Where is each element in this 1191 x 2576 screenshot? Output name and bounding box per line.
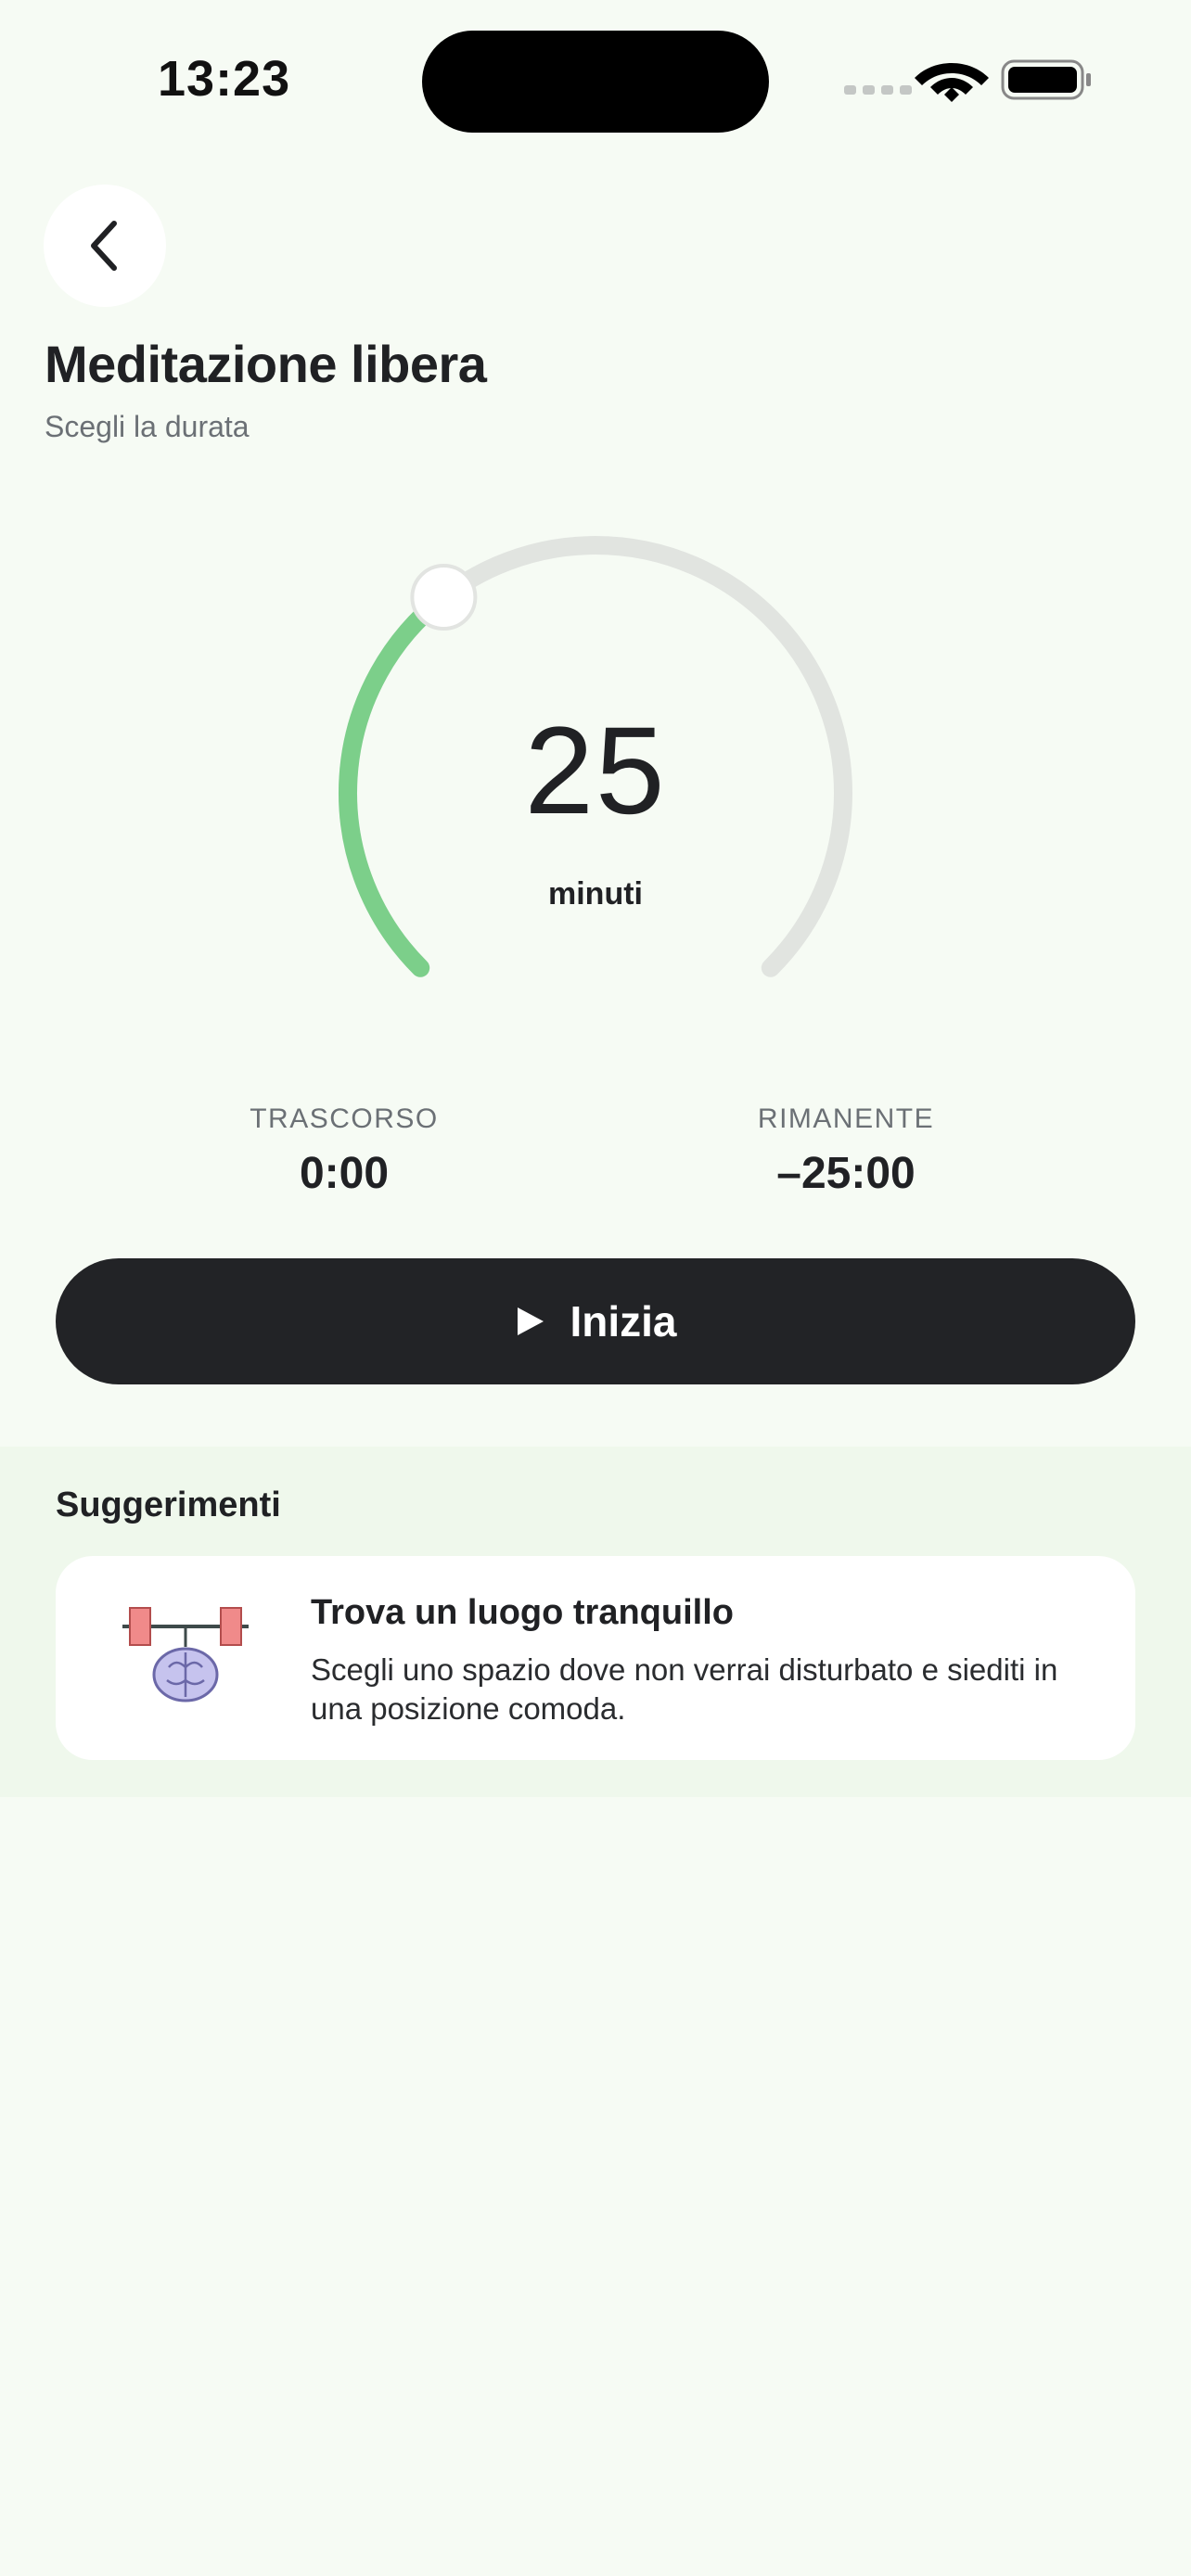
suggestions-title: Suggerimenti [56, 1486, 281, 1524]
elapsed-value: 0:00 [299, 1149, 390, 1198]
elapsed-stat: TRASCORSO 0:00 [205, 1103, 483, 1199]
wifi-icon [915, 63, 989, 102]
dynamic-island [422, 31, 769, 133]
duration-value: 25 [524, 702, 667, 840]
play-icon [518, 1307, 544, 1335]
start-button-label: Inizia [570, 1297, 677, 1345]
remaining-value: –25:00 [776, 1149, 916, 1198]
back-button[interactable] [44, 185, 166, 307]
remaining-stat: RIMANENTE –25:00 [707, 1103, 985, 1199]
brain-barbell-icon [122, 1607, 249, 1702]
dial-knob[interactable] [410, 564, 478, 631]
suggestions-section: Suggerimenti Trova un luogo tranquillo S… [0, 1447, 1191, 1797]
duration-unit: minuti [548, 876, 643, 912]
suggestion-text: Scegli uno spazio dove non verrai distur… [311, 1652, 1058, 1726]
meditation-screen: 13:23 Meditazione libera Scegli la durat… [0, 0, 1191, 2576]
elapsed-label: TRASCORSO [250, 1103, 439, 1134]
remaining-label: RIMANENTE [757, 1103, 935, 1134]
battery-icon [1001, 59, 1091, 100]
start-button[interactable]: Inizia [56, 1258, 1135, 1384]
suggestion-title: Trova un luogo tranquillo [311, 1593, 734, 1632]
page-subtitle: Scegli la durata [45, 410, 250, 443]
status-icons [844, 59, 1091, 102]
status-time: 13:23 [158, 51, 291, 107]
cellular-signal-icon [844, 85, 912, 95]
suggestion-card[interactable]: Trova un luogo tranquillo Scegli uno spa… [56, 1556, 1135, 1760]
chevron-left-icon [91, 221, 117, 271]
page-title: Meditazione libera [45, 335, 487, 393]
